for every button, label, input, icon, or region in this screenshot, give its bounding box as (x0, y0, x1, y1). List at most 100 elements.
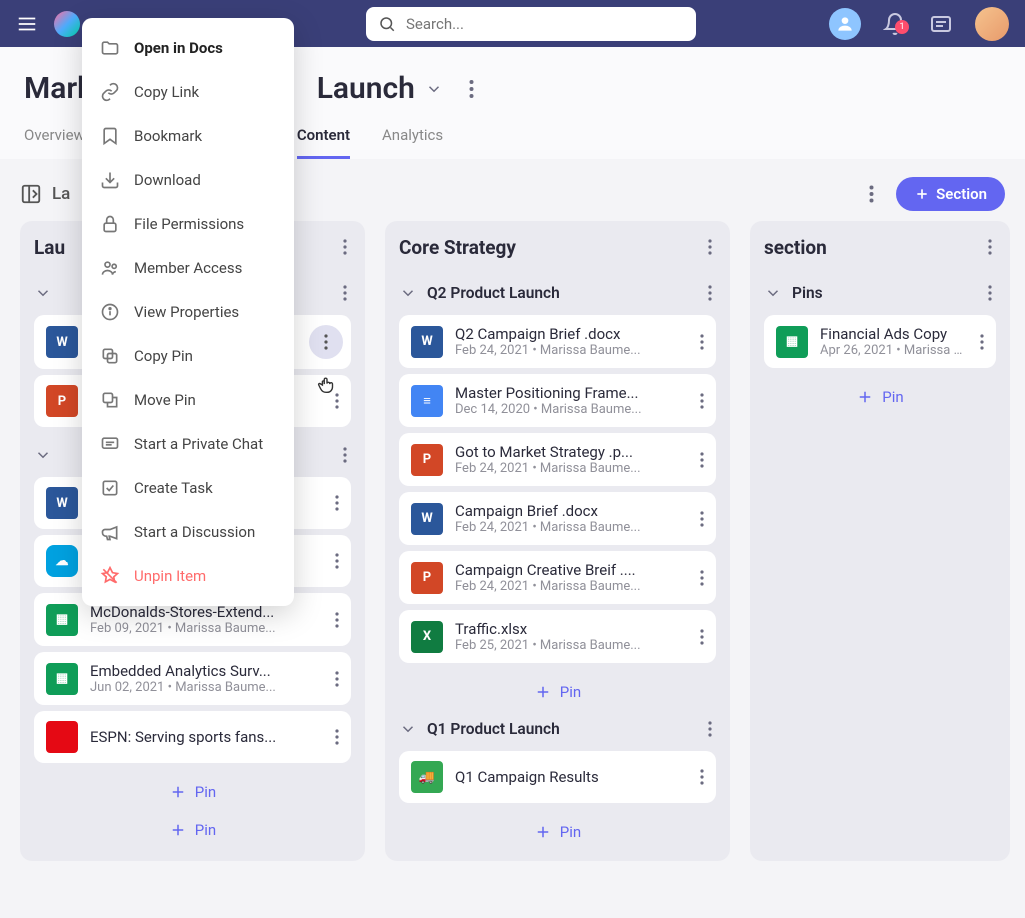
chevron-down-icon[interactable] (34, 446, 52, 464)
item-more-button[interactable] (704, 235, 716, 259)
file-card[interactable]: ▦ Embedded Analytics Surv... Jun 02, 202… (34, 652, 351, 705)
ctx-task[interactable]: Create Task (82, 466, 294, 510)
people-icon (100, 258, 120, 278)
ctx-item-label: Copy Pin (134, 347, 193, 365)
file-card[interactable]: W Campaign Brief .docx Feb 24, 2021 • Ma… (399, 492, 716, 545)
item-more-button[interactable] (696, 448, 708, 472)
bookmark-icon (100, 126, 120, 146)
group-header[interactable]: Pins (764, 271, 996, 315)
item-more-button[interactable] (339, 281, 351, 305)
search-input[interactable] (406, 15, 684, 33)
chevron-down-icon[interactable] (399, 720, 417, 738)
item-more-button[interactable] (704, 717, 716, 741)
item-more-button[interactable] (696, 330, 708, 354)
app-logo[interactable] (54, 11, 80, 37)
file-card[interactable]: ESPN: Serving sports fans... (34, 711, 351, 763)
ctx-lock[interactable]: File Permissions (82, 202, 294, 246)
group-header[interactable]: Q2 Product Launch (399, 271, 716, 315)
hamburger-menu-icon[interactable] (16, 13, 38, 35)
item-more-button[interactable] (976, 330, 988, 354)
file-card[interactable]: P Got to Market Strategy .p... Feb 24, 2… (399, 433, 716, 486)
card-meta: Feb 09, 2021 • Marissa Baume... (90, 621, 319, 636)
ctx-download[interactable]: Download (82, 158, 294, 202)
file-card[interactable]: 🚚 Q1 Campaign Results (399, 751, 716, 803)
ctx-megaphone[interactable]: Start a Discussion (82, 510, 294, 554)
ctx-unpin[interactable]: Unpin Item (82, 554, 294, 598)
ctx-bookmark[interactable]: Bookmark (82, 114, 294, 158)
chevron-down-icon[interactable] (764, 284, 782, 302)
card-meta: Feb 25, 2021 • Marissa Baume... (455, 638, 684, 653)
item-more-button[interactable] (339, 235, 351, 259)
group-header[interactable]: Q1 Product Launch (399, 707, 716, 751)
file-icon-ppt: P (411, 444, 443, 476)
item-more-button[interactable] (696, 507, 708, 531)
file-card[interactable]: ≡ Master Positioning Frame... Dec 14, 20… (399, 374, 716, 427)
tab-overview[interactable]: Overview (24, 126, 85, 159)
item-more-button[interactable] (696, 625, 708, 649)
ctx-folder[interactable]: Open in Docs (82, 26, 294, 70)
file-icon-sheet: ▦ (46, 663, 78, 695)
page-more-button[interactable] (463, 73, 480, 105)
user-avatar[interactable] (975, 7, 1009, 41)
item-more-button[interactable] (331, 725, 343, 749)
file-card[interactable]: X Traffic.xlsx Feb 25, 2021 • Marissa Ba… (399, 610, 716, 663)
chevron-down-icon[interactable] (399, 284, 417, 302)
item-more-button[interactable] (696, 765, 708, 789)
ctx-link[interactable]: Copy Link (82, 70, 294, 114)
add-pin-button[interactable]: Pin (399, 669, 716, 707)
card-title: Campaign Creative Breif .... (455, 561, 684, 579)
tab-analytics[interactable]: Analytics (382, 126, 443, 159)
item-more-button[interactable] (331, 608, 343, 632)
add-pin-button[interactable]: Pin (764, 374, 996, 412)
download-icon (100, 170, 120, 190)
file-icon-ppt: P (411, 562, 443, 594)
ctx-info[interactable]: View Properties (82, 290, 294, 334)
item-more-button[interactable] (339, 443, 351, 467)
item-more-button[interactable] (331, 667, 343, 691)
add-pin-button[interactable]: Pin (34, 807, 351, 845)
ctx-people[interactable]: Member Access (82, 246, 294, 290)
assistant-avatar[interactable] (829, 8, 861, 40)
file-card[interactable]: P Campaign Creative Breif .... Feb 24, 2… (399, 551, 716, 604)
messages-icon[interactable] (929, 12, 953, 36)
card-title: ESPN: Serving sports fans... (90, 728, 319, 746)
add-pin-button[interactable]: Pin (399, 809, 716, 847)
ctx-move[interactable]: Move Pin (82, 378, 294, 422)
search-box[interactable] (366, 7, 696, 41)
plus-icon (914, 186, 930, 202)
file-card[interactable]: W Q2 Campaign Brief .docx Feb 24, 2021 •… (399, 315, 716, 368)
ctx-item-label: Start a Discussion (134, 523, 255, 541)
file-icon-xls: X (411, 621, 443, 653)
tab-content[interactable]: Content (297, 126, 350, 159)
toolbar-more-button[interactable] (865, 181, 878, 207)
item-more-button[interactable] (696, 566, 708, 590)
megaphone-icon (100, 522, 120, 542)
folder-icon (100, 38, 120, 58)
item-more-button[interactable] (331, 491, 343, 515)
ctx-copy[interactable]: Copy Pin (82, 334, 294, 378)
chevron-down-icon[interactable] (425, 80, 443, 98)
item-more-button-active[interactable] (309, 325, 343, 359)
ctx-item-label: Create Task (134, 479, 213, 497)
ctx-item-label: Member Access (134, 259, 242, 277)
ctx-item-label: File Permissions (134, 215, 244, 233)
add-section-button[interactable]: Section (896, 177, 1005, 211)
move-icon (100, 390, 120, 410)
chevron-down-icon[interactable] (34, 284, 52, 302)
item-more-button[interactable] (704, 281, 716, 305)
plus-icon (169, 821, 187, 839)
item-more-button[interactable] (696, 389, 708, 413)
plus-icon (534, 823, 552, 841)
group-title: Pins (792, 284, 974, 302)
context-menu: Open in Docs Copy Link Bookmark Download… (82, 18, 294, 606)
item-more-button[interactable] (984, 235, 996, 259)
ctx-chat[interactable]: Start a Private Chat (82, 422, 294, 466)
item-more-button[interactable] (984, 281, 996, 305)
card-title: Got to Market Strategy .p... (455, 443, 684, 461)
notifications-button[interactable]: 1 (883, 12, 907, 36)
add-pin-button[interactable]: Pin (34, 769, 351, 807)
file-card[interactable]: ▦ Financial Ads Copy Apr 26, 2021 • Mari… (764, 315, 996, 368)
layout-toggle[interactable]: La (20, 183, 70, 205)
notification-badge: 1 (895, 20, 909, 34)
item-more-button[interactable] (331, 549, 343, 573)
